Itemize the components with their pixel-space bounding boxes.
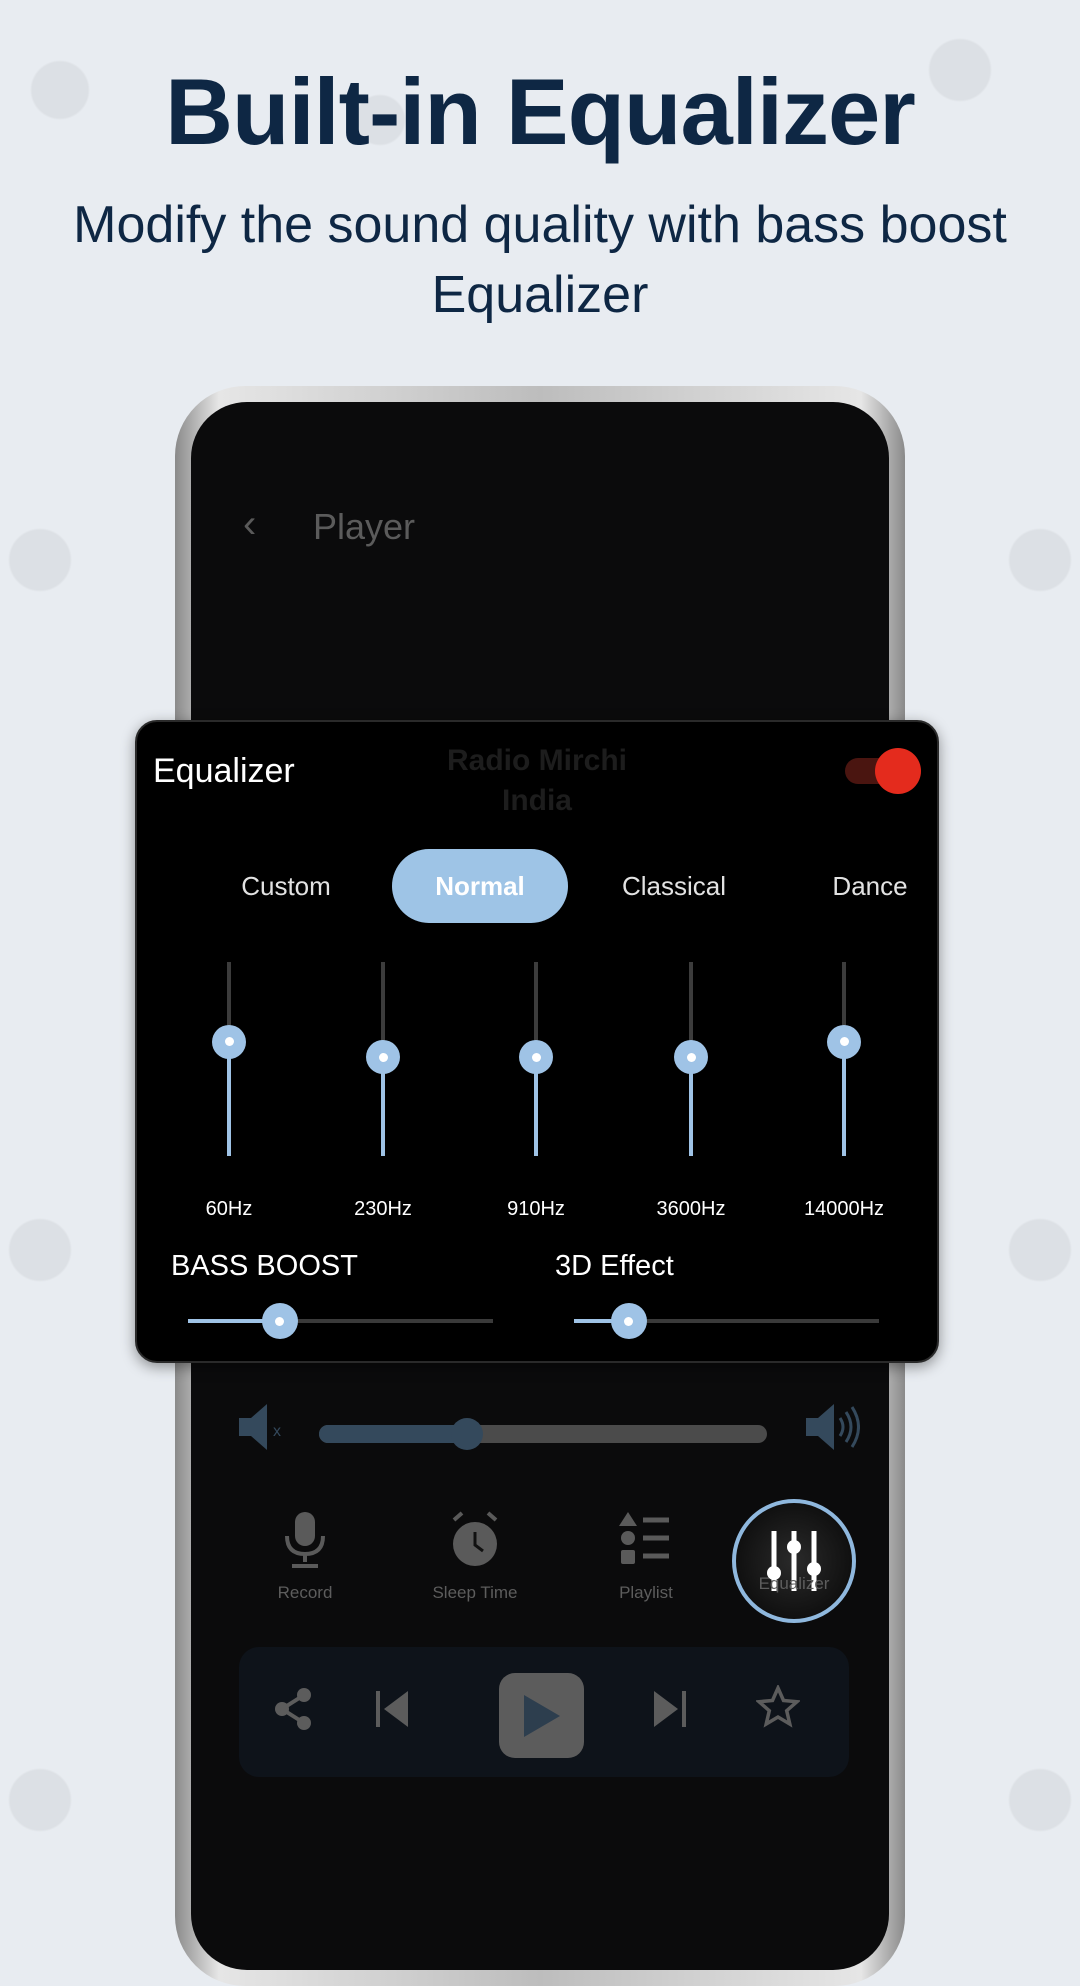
microphone-icon [225, 1510, 385, 1583]
playback-bar [239, 1647, 849, 1777]
band-frequency-label: 230Hz [354, 1198, 412, 1220]
play-icon [523, 1694, 560, 1737]
star-icon[interactable] [743, 1683, 813, 1739]
svg-text:x: x [273, 1423, 281, 1440]
action-label: Record [277, 1583, 333, 1602]
band-slider-track[interactable] [227, 962, 231, 1156]
alarm-clock-icon [395, 1510, 555, 1583]
volume-mute-icon[interactable]: x [237, 1402, 293, 1457]
band-slider-thumb[interactable] [827, 1024, 861, 1059]
station-country: India [501, 784, 572, 817]
action-record[interactable]: Record [225, 1510, 385, 1603]
bass-boost-slider[interactable] [188, 1303, 493, 1339]
chevron-left-icon[interactable]: ‹ [243, 502, 256, 547]
play-button[interactable] [499, 1673, 584, 1758]
action-equalizer[interactable] [732, 1499, 856, 1623]
share-icon[interactable] [259, 1687, 329, 1741]
page-subtitle: Modify the sound quality with bass boost… [73, 196, 1007, 324]
page-title: Built-in Equalizer [165, 59, 916, 164]
volume-fill [319, 1425, 467, 1443]
band-frequency-label: 3600Hz [656, 1198, 726, 1220]
3d-effect-slider[interactable] [574, 1303, 879, 1339]
preset-classical[interactable]: Classical [586, 849, 762, 923]
volume-thumb[interactable] [450, 1418, 483, 1450]
volume-slider[interactable] [319, 1418, 767, 1450]
equalizer-title: Equalizer [153, 752, 295, 790]
action-label: Sleep Time [432, 1583, 518, 1602]
playlist-icon [566, 1510, 726, 1583]
skip-previous-icon[interactable] [357, 1689, 427, 1739]
equalizer-toggle[interactable] [845, 748, 921, 794]
action-sleep-time[interactable]: Sleep Time [395, 1510, 555, 1603]
equalizer-dialog: Radio Mirchi India Equalizer Custom Norm… [135, 720, 939, 1363]
bass-boost-label: BASS BOOST [171, 1250, 358, 1282]
band-frequency-label: 14000Hz [803, 1198, 885, 1220]
bass-boost-thumb[interactable] [261, 1303, 298, 1339]
action-label: Playlist [619, 1583, 673, 1602]
band-slider-track[interactable] [842, 962, 846, 1156]
band-slider-thumb[interactable] [674, 1040, 708, 1075]
station-name: Radio Mirchi [446, 744, 627, 777]
toggle-knob [875, 748, 921, 794]
preset-normal[interactable]: Normal [392, 849, 568, 923]
band-slider-thumb[interactable] [212, 1024, 246, 1059]
volume-up-icon[interactable] [804, 1402, 860, 1457]
skip-next-icon[interactable] [635, 1689, 705, 1739]
3d-effect-thumb[interactable] [610, 1303, 647, 1339]
action-label: Equalizer [758, 1574, 830, 1593]
band-slider-fill [842, 1041, 846, 1156]
band-frequency-label: 910Hz [507, 1198, 565, 1220]
action-playlist[interactable]: Playlist [566, 1510, 726, 1603]
preset-custom[interactable]: Custom [198, 849, 374, 923]
3d-effect-label: 3D Effect [555, 1250, 674, 1282]
band-slider-thumb[interactable] [519, 1040, 553, 1075]
screen-title: Player [313, 506, 416, 547]
band-frequency-label: 60Hz [205, 1198, 253, 1220]
band-slider-fill [227, 1041, 231, 1156]
preset-dance[interactable]: Dance [782, 849, 958, 923]
band-slider-thumb[interactable] [366, 1040, 400, 1075]
